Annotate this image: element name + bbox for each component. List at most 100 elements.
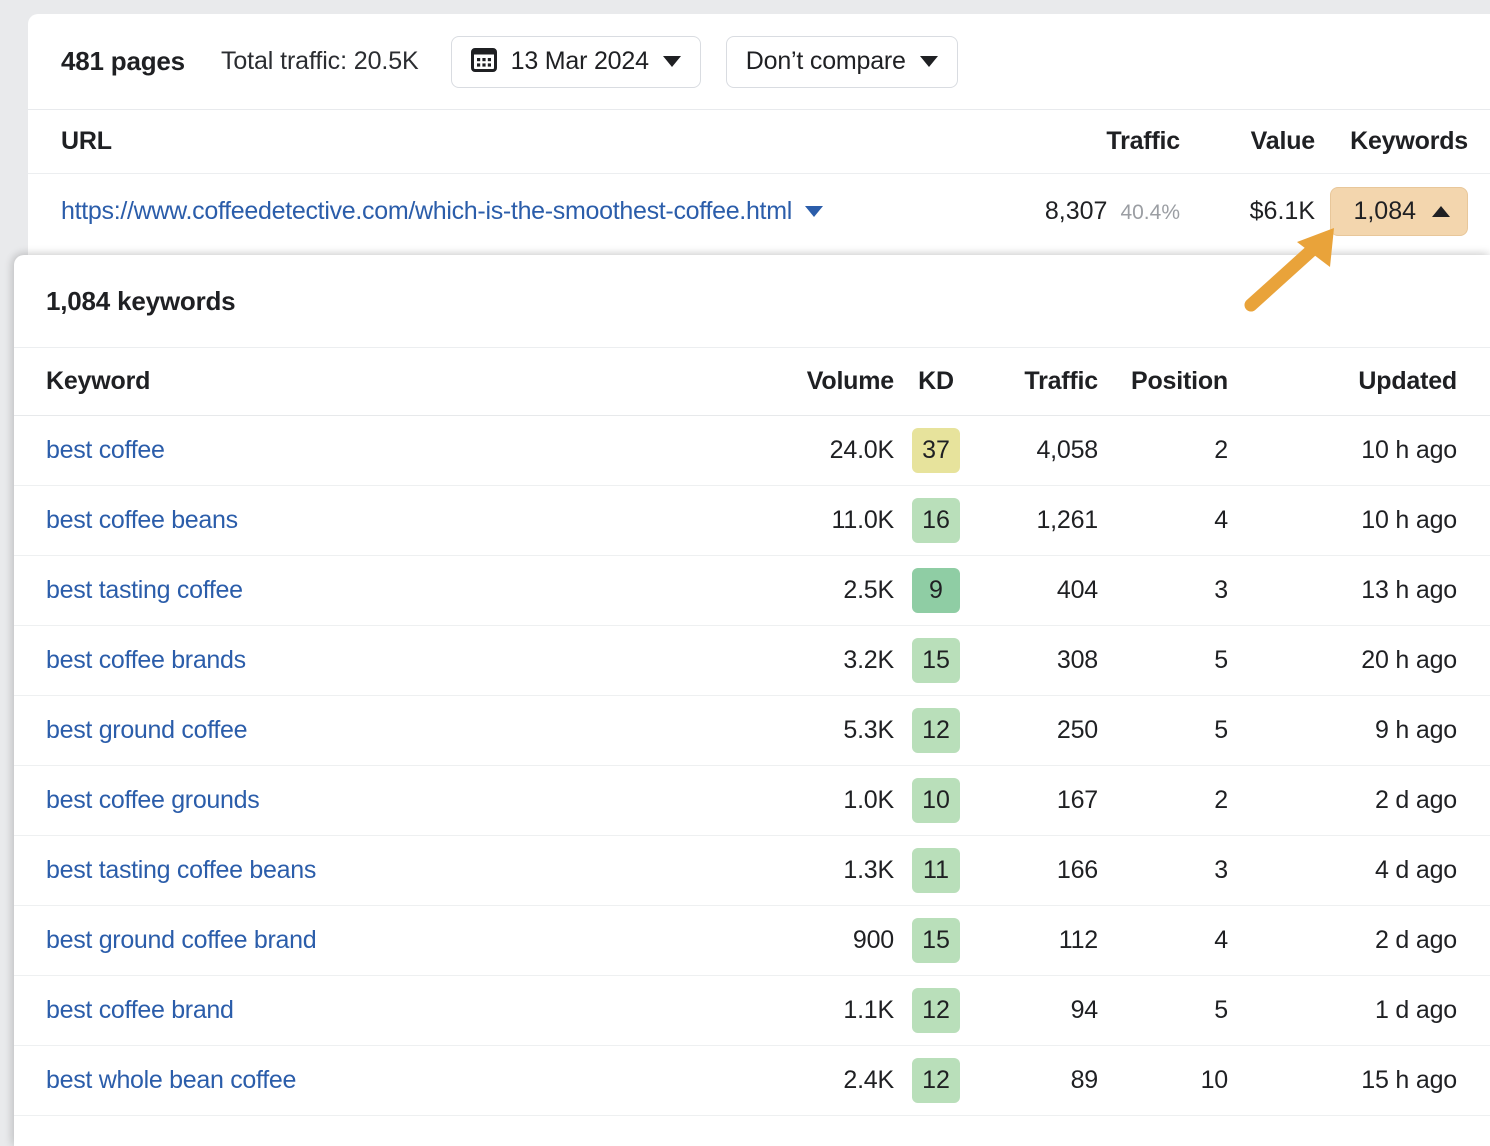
column-header-kd[interactable]: KD bbox=[894, 367, 978, 396]
column-header-traffic[interactable]: Traffic bbox=[978, 367, 1098, 396]
column-header-volume[interactable]: Volume bbox=[754, 367, 894, 396]
table-row: best coffee beans11.0K161,261410 h ago bbox=[14, 486, 1490, 556]
keyword-traffic-cell: 404 bbox=[978, 576, 1098, 605]
keywords-count-label: 1,084 bbox=[1353, 197, 1416, 226]
updated-cell: 10 h ago bbox=[1228, 506, 1490, 535]
keyword-cell: best coffee brand bbox=[46, 996, 754, 1025]
keyword-link[interactable]: best coffee grounds bbox=[46, 786, 259, 814]
keyword-cell: best coffee brands bbox=[46, 646, 754, 675]
compare-dropdown-button[interactable]: Don’t compare bbox=[726, 36, 958, 88]
column-header-value[interactable]: Value bbox=[1182, 127, 1315, 156]
keyword-traffic-cell: 250 bbox=[978, 716, 1098, 745]
position-cell: 5 bbox=[1098, 646, 1228, 675]
kd-cell: 12 bbox=[894, 988, 978, 1033]
kd-cell: 10 bbox=[894, 778, 978, 823]
calendar-icon bbox=[471, 46, 497, 77]
kd-badge: 16 bbox=[912, 498, 960, 543]
position-cell: 5 bbox=[1098, 996, 1228, 1025]
keyword-link[interactable]: best coffee beans bbox=[46, 506, 238, 534]
updated-cell: 2 d ago bbox=[1228, 926, 1490, 955]
keywords-table-body: best coffee24.0K374,058210 h agobest cof… bbox=[14, 416, 1490, 1116]
table-row: best coffee24.0K374,058210 h ago bbox=[14, 416, 1490, 486]
position-cell: 2 bbox=[1098, 786, 1228, 815]
updated-cell: 10 h ago bbox=[1228, 436, 1490, 465]
kd-badge: 10 bbox=[912, 778, 960, 823]
keyword-traffic-cell: 167 bbox=[978, 786, 1098, 815]
position-cell: 3 bbox=[1098, 576, 1228, 605]
keyword-cell: best ground coffee brand bbox=[46, 926, 754, 955]
kd-cell: 11 bbox=[894, 848, 978, 893]
volume-cell: 1.1K bbox=[754, 996, 894, 1025]
table-row: best coffee brands3.2K15308520 h ago bbox=[14, 626, 1490, 696]
url-cell: https://www.coffeedetective.com/which-is… bbox=[61, 197, 967, 226]
keyword-cell: best coffee bbox=[46, 436, 754, 465]
volume-cell: 1.0K bbox=[754, 786, 894, 815]
keyword-link[interactable]: best tasting coffee bbox=[46, 576, 243, 604]
keyword-cell: best coffee beans bbox=[46, 506, 754, 535]
position-cell: 3 bbox=[1098, 856, 1228, 885]
column-header-updated[interactable]: Updated bbox=[1228, 367, 1490, 396]
kd-cell: 9 bbox=[894, 568, 978, 613]
keyword-link[interactable]: best ground coffee brand bbox=[46, 926, 316, 954]
column-header-traffic[interactable]: Traffic bbox=[967, 127, 1182, 156]
url-options-chevron-down-icon[interactable] bbox=[805, 206, 823, 217]
column-header-url[interactable]: URL bbox=[61, 127, 967, 156]
keywords-cell: 1,084 bbox=[1315, 187, 1490, 236]
keyword-cell: best whole bean coffee bbox=[46, 1066, 754, 1095]
url-table-header: URL Traffic Value Keywords bbox=[28, 110, 1490, 174]
pages-count-label: 481 pages bbox=[61, 46, 185, 77]
keyword-traffic-cell: 308 bbox=[978, 646, 1098, 675]
report-toolbar: 481 pages Total traffic: 20.5K 13 bbox=[28, 14, 1490, 110]
keywords-table-header: Keyword Volume KD Traffic Position Updat… bbox=[14, 348, 1490, 416]
keyword-traffic-cell: 166 bbox=[978, 856, 1098, 885]
keywords-panel-title: 1,084 keywords bbox=[14, 255, 1490, 348]
keyword-link[interactable]: best coffee brand bbox=[46, 996, 234, 1024]
column-header-position[interactable]: Position bbox=[1098, 367, 1228, 396]
traffic-value: 8,307 bbox=[1045, 197, 1108, 226]
keyword-link[interactable]: best whole bean coffee bbox=[46, 1066, 296, 1094]
column-header-keywords[interactable]: Keywords bbox=[1315, 127, 1490, 156]
volume-cell: 11.0K bbox=[754, 506, 894, 535]
keyword-traffic-cell: 94 bbox=[978, 996, 1098, 1025]
traffic-cell: 8,307 40.4% bbox=[967, 197, 1182, 226]
position-cell: 4 bbox=[1098, 926, 1228, 955]
value-cell: $6.1K bbox=[1182, 197, 1315, 226]
keyword-link[interactable]: best coffee brands bbox=[46, 646, 246, 674]
keyword-link[interactable]: best tasting coffee beans bbox=[46, 856, 316, 884]
kd-badge: 15 bbox=[912, 918, 960, 963]
keyword-link[interactable]: best coffee bbox=[46, 436, 165, 464]
date-picker-button[interactable]: 13 Mar 2024 bbox=[451, 36, 701, 88]
table-row: best tasting coffee beans1.3K1116634 d a… bbox=[14, 836, 1490, 906]
table-row: best coffee grounds1.0K1016722 d ago bbox=[14, 766, 1490, 836]
chevron-down-icon bbox=[920, 56, 938, 67]
url-link[interactable]: https://www.coffeedetective.com/which-is… bbox=[61, 197, 792, 226]
keyword-traffic-cell: 89 bbox=[978, 1066, 1098, 1095]
kd-cell: 15 bbox=[894, 918, 978, 963]
keyword-link[interactable]: best ground coffee bbox=[46, 716, 247, 744]
updated-cell: 4 d ago bbox=[1228, 856, 1490, 885]
column-header-keyword[interactable]: Keyword bbox=[46, 367, 754, 396]
chevron-up-icon bbox=[1432, 206, 1450, 217]
table-row: best whole bean coffee2.4K12891015 h ago bbox=[14, 1046, 1490, 1116]
kd-badge: 15 bbox=[912, 638, 960, 683]
kd-cell: 37 bbox=[894, 428, 978, 473]
volume-cell: 5.3K bbox=[754, 716, 894, 745]
keyword-traffic-cell: 112 bbox=[978, 926, 1098, 955]
volume-cell: 900 bbox=[754, 926, 894, 955]
keyword-cell: best tasting coffee beans bbox=[46, 856, 754, 885]
updated-cell: 13 h ago bbox=[1228, 576, 1490, 605]
kd-badge: 11 bbox=[912, 848, 960, 893]
updated-cell: 1 d ago bbox=[1228, 996, 1490, 1025]
position-cell: 2 bbox=[1098, 436, 1228, 465]
volume-cell: 2.4K bbox=[754, 1066, 894, 1095]
kd-cell: 12 bbox=[894, 708, 978, 753]
keyword-cell: best coffee grounds bbox=[46, 786, 754, 815]
position-cell: 4 bbox=[1098, 506, 1228, 535]
table-row: best tasting coffee2.5K9404313 h ago bbox=[14, 556, 1490, 626]
screenshot-root: 481 pages Total traffic: 20.5K 13 bbox=[0, 0, 1490, 1146]
total-traffic-label: Total traffic: 20.5K bbox=[221, 47, 419, 76]
chevron-down-icon bbox=[663, 56, 681, 67]
keywords-expand-badge[interactable]: 1,084 bbox=[1330, 187, 1468, 236]
volume-cell: 24.0K bbox=[754, 436, 894, 465]
updated-cell: 15 h ago bbox=[1228, 1066, 1490, 1095]
